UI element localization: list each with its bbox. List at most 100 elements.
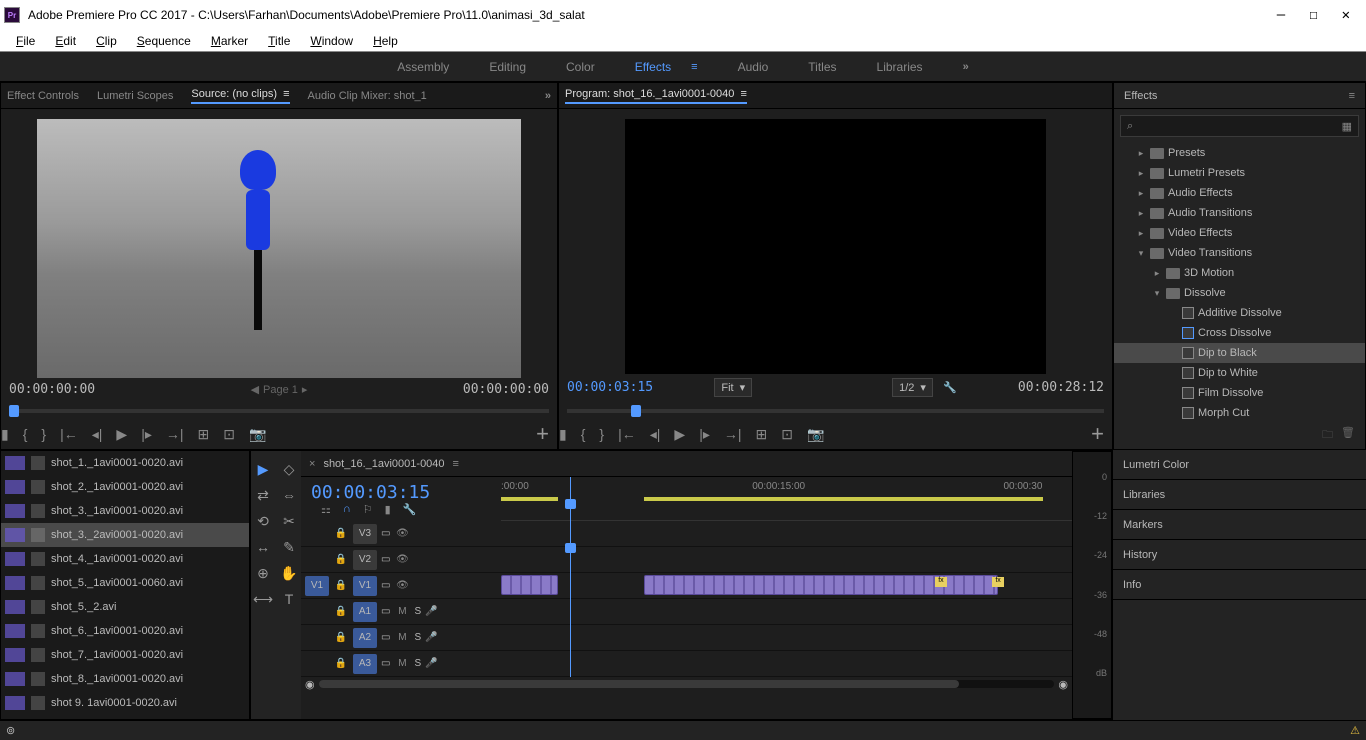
in-point-icon[interactable]: { [581,426,586,442]
step-fwd-icon[interactable]: |▸ [141,426,152,443]
overwrite-icon[interactable]: ⊡ [223,426,235,443]
menu-sequence[interactable]: Sequence [127,34,201,48]
workspace-color[interactable]: Color [566,60,595,74]
track-v2[interactable] [501,547,1072,573]
effects-item[interactable]: Dip to Black [1114,343,1365,363]
track-content[interactable]: fx fx [501,521,1072,677]
project-clip-row[interactable]: shot_8._1avi0001-0020.avi [1,667,249,691]
track-header-a1[interactable]: 🔒A1▭MS🎤 [301,599,501,625]
out-point-icon[interactable]: } [41,426,46,442]
project-clip-row[interactable]: shot_1._1avi0001-0020.avi [1,451,249,475]
effects-item[interactable]: Film Dissolve [1114,383,1365,403]
track-header-a2[interactable]: 🔒A2▭MS🎤 [301,625,501,651]
effects-item[interactable]: Dip to White [1114,363,1365,383]
maximize-button[interactable]: ☐ [1309,7,1317,23]
link-icon[interactable]: ∩ [343,503,351,516]
effects-item[interactable]: Morph Cut [1114,403,1365,422]
project-clip-row[interactable]: shot_5._2.avi [1,595,249,619]
button-editor-icon[interactable]: + [536,421,557,447]
program-monitor-view[interactable] [625,119,1046,374]
track-header-v3[interactable]: 🔒V3▭👁 [301,521,501,547]
marker-icon[interactable]: ▮ [559,426,567,443]
project-clip-row[interactable]: shot_3._1avi0001-0020.avi [1,499,249,523]
effects-folder[interactable]: ▾Dissolve [1114,283,1365,303]
effects-folder[interactable]: ▸Lumetri Presets [1114,163,1365,183]
project-clip-row[interactable]: shot_3._2avi0001-0020.avi [1,523,249,547]
expand-arrow-icon[interactable]: ▸ [1136,188,1146,199]
step-fwd-icon[interactable]: |▸ [699,426,710,443]
tab-source[interactable]: Source: (no clips) ≡ [191,88,289,104]
new-bin-icon[interactable]: 🗀 [1322,426,1333,445]
go-in-icon[interactable]: |← [618,426,636,442]
go-out-icon[interactable]: →| [724,426,742,442]
source-ruler[interactable] [9,401,549,419]
tab-program[interactable]: Program: shot_16._1avi0001-0040 ≡ [565,88,747,104]
source-monitor-view[interactable] [37,119,521,378]
minimize-button[interactable]: — [1277,7,1285,23]
project-clip-row[interactable]: shot_7._1avi0001-0020.avi [1,643,249,667]
rail-history[interactable]: History [1113,540,1366,570]
effects-folder[interactable]: ▾Video Transitions [1114,243,1365,263]
project-clip-list[interactable]: shot_1._1avi0001-0020.avishot_2._1avi000… [1,451,249,715]
pen-tool[interactable]: ✎ [281,539,297,555]
sync-icon[interactable]: ⊚ [6,724,15,737]
export-frame-icon[interactable]: 📷 [807,426,824,443]
selection-tool[interactable]: ▶ [255,461,271,477]
rail-libraries[interactable]: Libraries [1113,480,1366,510]
effects-item[interactable]: Additive Dissolve [1114,303,1365,323]
settings-icon[interactable]: 🔧 [403,503,417,516]
out-point-icon[interactable]: } [599,426,604,442]
rail-info[interactable]: Info [1113,570,1366,600]
play-icon[interactable]: ▶ [116,426,127,443]
project-clip-row[interactable]: shot 9. 1avi0001-0020.avi [1,691,249,715]
type-tool[interactable]: ⟷ [255,591,271,607]
project-clip-row[interactable]: shot_5._1avi0001-0060.avi [1,571,249,595]
effects-tree[interactable]: ▸Presets▸Lumetri Presets▸Audio Effects▸A… [1114,143,1365,422]
playhead[interactable] [570,477,571,521]
expand-arrow-icon[interactable]: ▾ [1152,288,1162,299]
panel-menu-icon[interactable]: ≡ [1349,90,1355,102]
extract-icon[interactable]: ⊡ [781,426,793,443]
insert-icon[interactable]: ⊞ [198,426,210,443]
project-clip-row[interactable]: shot_4._1avi0001-0020.avi [1,547,249,571]
go-in-icon[interactable]: |← [60,426,78,442]
rate-tool[interactable]: ⟲ [255,513,271,529]
menu-edit[interactable]: Edit [45,34,86,48]
expand-arrow-icon[interactable]: ▾ [1136,248,1146,259]
tab-audio-clip-mixer[interactable]: Audio Clip Mixer: shot_1 [308,90,427,102]
ripple-tool[interactable]: ⇄ [255,487,271,503]
expand-arrow-icon[interactable]: ▸ [1152,268,1162,279]
track-a2[interactable] [501,625,1072,651]
hand-tool[interactable]: ⊕ [255,565,271,581]
expand-arrow-icon[interactable]: ▸ [1136,148,1146,159]
marker-icon[interactable]: ▮ [1,426,9,443]
timeline-timecode[interactable]: 00:00:03:15 [311,482,501,503]
effects-search[interactable]: ⌕ ▦ [1120,115,1359,137]
menu-marker[interactable]: Marker [201,34,258,48]
filter-icon[interactable]: ▦ [1342,120,1352,133]
razor-tool[interactable]: ✂ [281,513,297,529]
track-a1[interactable] [501,599,1072,625]
tab-lumetri-scopes[interactable]: Lumetri Scopes [97,90,173,102]
rolling-tool[interactable]: ⇔ [281,487,297,503]
button-editor-icon[interactable]: + [1091,421,1112,447]
track-header-v1[interactable]: V1🔒V1▭👁 [301,573,501,599]
step-back-icon[interactable]: ◂| [92,426,103,443]
source-timecode-in[interactable]: 00:00:00:00 [9,382,95,397]
effects-folder[interactable]: ▸Video Effects [1114,223,1365,243]
program-timecode-current[interactable]: 00:00:03:15 [567,380,653,395]
effects-folder[interactable]: ▸Presets [1114,143,1365,163]
zoom-tool[interactable]: ✋ [281,565,297,581]
workspace-audio[interactable]: Audio [738,60,769,74]
tab-effect-controls[interactable]: Effect Controls [7,90,79,102]
lift-icon[interactable]: ⊞ [756,426,768,443]
timeline-ruler[interactable]: :00:00 00:00:15:00 00:00:30 [501,477,1072,521]
text-tool[interactable]: T [281,591,297,607]
menu-file[interactable]: File [6,34,45,48]
track-v1[interactable]: fx fx [501,573,1072,599]
effects-folder[interactable]: ▸3D Motion [1114,263,1365,283]
add-marker-icon[interactable]: ▮ [385,503,391,516]
slip-tool[interactable]: ↔ [255,539,271,555]
effects-folder[interactable]: ▸Audio Effects [1114,183,1365,203]
workspace-effects[interactable]: Effects [635,60,671,74]
